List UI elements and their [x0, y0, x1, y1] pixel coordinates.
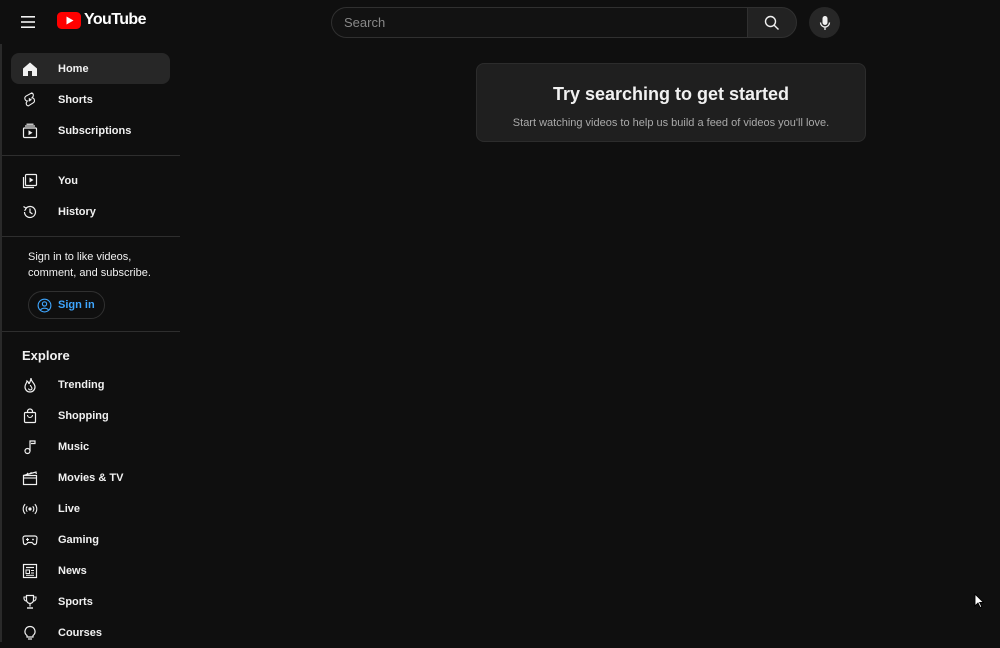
sidebar-item-you[interactable]: You: [11, 165, 170, 196]
live-icon: [21, 500, 39, 518]
sidebar-item-label: Courses: [58, 626, 103, 639]
sidebar-item-label: Shorts: [58, 93, 93, 106]
sidebar-item-shopping[interactable]: Shopping: [11, 400, 170, 431]
logo-text: YouTube: [84, 11, 146, 28]
movies-icon: [21, 469, 39, 487]
sign-in-button[interactable]: Sign in: [28, 291, 105, 319]
sign-in-label: Sign in: [58, 299, 95, 311]
gaming-icon: [21, 531, 39, 549]
sidebar-item-sports[interactable]: Sports: [11, 586, 170, 617]
courses-icon: [21, 624, 39, 642]
sidebar-item-label: Gaming: [58, 533, 99, 546]
microphone-icon: [819, 15, 830, 30]
sidebar-explore-section: Trending Shopping Music Movies & TV Live: [2, 369, 180, 648]
menu-icon: [21, 16, 35, 28]
search-bar: [331, 7, 797, 38]
sidebar-item-subscriptions[interactable]: Subscriptions: [11, 115, 170, 146]
sidebar-item-home[interactable]: Home: [11, 53, 170, 84]
sidebar-item-label: Music: [58, 440, 90, 453]
sidebar-item-label: Shopping: [58, 409, 109, 422]
explore-heading: Explore: [22, 348, 70, 363]
history-icon: [21, 203, 39, 221]
empty-feed-card: Try searching to get started Start watch…: [476, 63, 866, 142]
sidebar-item-label: You: [58, 174, 78, 187]
music-icon: [21, 438, 39, 456]
trending-icon: [21, 376, 39, 394]
empty-feed-subtitle: Start watching videos to help us build a…: [512, 117, 830, 129]
empty-feed-title: Try searching to get started: [552, 84, 790, 104]
voice-search-button[interactable]: [809, 7, 840, 38]
hamburger-menu-button[interactable]: [16, 10, 40, 34]
sidebar-item-news[interactable]: News: [11, 555, 170, 586]
search-button[interactable]: [747, 7, 797, 38]
sidebar-you-section: You History: [2, 156, 180, 236]
signin-prompt: Sign in to like videos, comment, and sub…: [2, 237, 180, 331]
youtube-play-icon: [57, 11, 81, 29]
sidebar-item-label: History: [58, 205, 96, 218]
sports-icon: [21, 593, 39, 611]
sidebar-item-label: Movies & TV: [58, 471, 124, 484]
search-icon: [764, 15, 779, 30]
sidebar-item-live[interactable]: Live: [11, 493, 170, 524]
search-input[interactable]: [331, 7, 747, 38]
subscriptions-icon: [21, 122, 39, 140]
you-icon: [21, 172, 39, 190]
sidebar-item-history[interactable]: History: [11, 196, 170, 227]
sidebar-item-music[interactable]: Music: [11, 431, 170, 462]
top-bar: YouTube: [0, 0, 1000, 44]
account-icon: [37, 298, 52, 312]
sidebar-item-label: Sports: [58, 595, 93, 608]
news-icon: [21, 562, 39, 580]
sidebar-item-label: Trending: [58, 378, 105, 391]
sidebar-item-label: Subscriptions: [58, 124, 132, 137]
sidebar-item-courses[interactable]: Courses: [11, 617, 170, 648]
sidebar-item-shorts[interactable]: Shorts: [11, 84, 170, 115]
home-icon: [21, 60, 39, 78]
mouse-cursor-icon: [974, 593, 984, 609]
sidebar-item-movies-tv[interactable]: Movies & TV: [11, 462, 170, 493]
sidebar: Home Shorts Subscriptions You History Si…: [0, 44, 180, 642]
shorts-icon: [21, 91, 39, 109]
sidebar-item-trending[interactable]: Trending: [11, 369, 170, 400]
youtube-logo[interactable]: YouTube: [57, 11, 146, 29]
sidebar-item-label: News: [58, 564, 87, 577]
sidebar-item-label: Live: [58, 502, 81, 515]
sidebar-item-label: Home: [58, 62, 89, 75]
signin-prompt-text: Sign in to like videos, comment, and sub…: [28, 251, 151, 279]
shopping-icon: [21, 407, 39, 425]
sidebar-item-gaming[interactable]: Gaming: [11, 524, 170, 555]
sidebar-main-section: Home Shorts Subscriptions: [2, 44, 180, 155]
